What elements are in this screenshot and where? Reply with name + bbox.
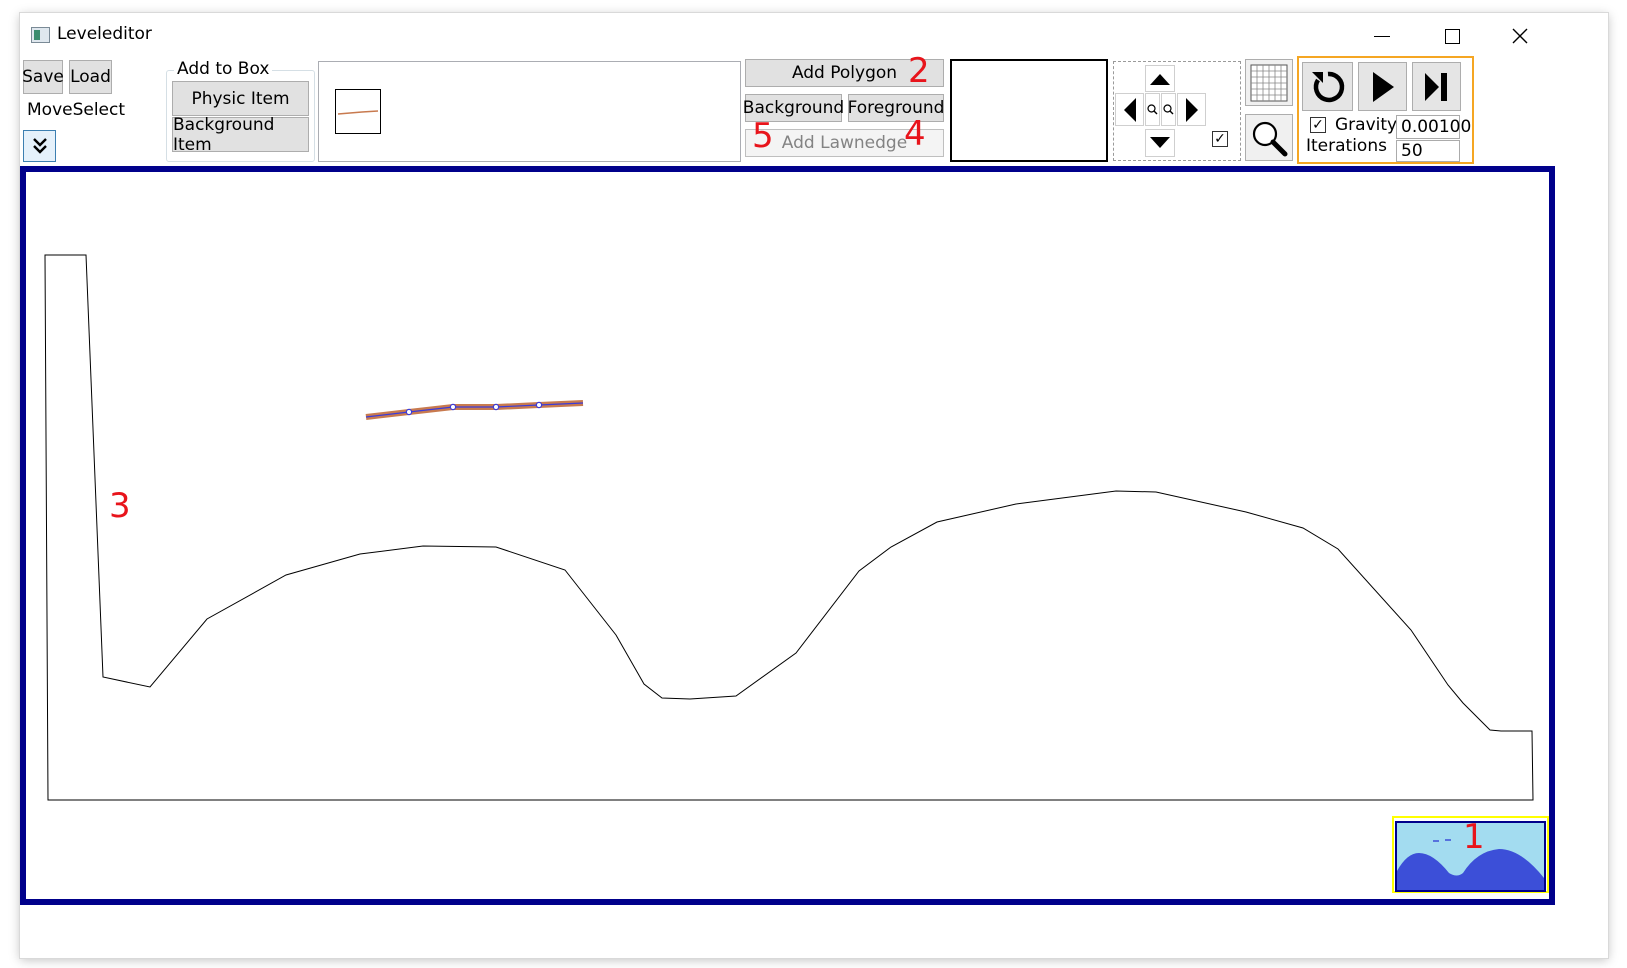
zoom-out-icon [1163,104,1174,115]
app-icon [31,27,50,43]
background-item-button[interactable]: Background Item [172,115,309,155]
level-geometry [44,254,1534,801]
lawnedge-thumbnail-icon [337,110,379,115]
annotation-5: 5 [752,116,774,156]
arrow-up-icon [1150,73,1170,85]
minimize-button[interactable] [1360,21,1404,51]
annotation-4: 4 [904,114,926,154]
arrow-down-icon [1150,137,1170,148]
zoom-out-button[interactable] [1161,93,1176,126]
close-icon [1512,28,1528,44]
save-button[interactable]: Save [22,60,64,94]
physic-item-button[interactable]: Physic Item [172,81,309,116]
foreground-button[interactable]: Foreground [848,94,944,122]
vertex-handle[interactable] [535,401,543,409]
item-thumbnail[interactable] [335,89,381,134]
annotation-2: 2 [908,51,930,91]
arrow-left-icon [1123,97,1136,122]
play-button[interactable] [1358,62,1407,111]
minimap[interactable]: 1 [1392,816,1549,893]
reset-icon [1311,71,1344,102]
maximize-button[interactable] [1430,21,1474,51]
level-canvas[interactable]: 3 1 [20,166,1555,905]
play-icon [1372,71,1394,102]
navigation-checkbox[interactable]: ✓ [1212,131,1228,147]
checkmark-icon: ✓ [1312,117,1324,133]
terrain-polygon[interactable] [44,254,1534,801]
annotation-1: 1 [1463,817,1485,857]
vertex-handle[interactable] [405,408,413,416]
mode-label: MoveSelect [27,100,126,120]
preview-box [950,59,1108,162]
gravity-input[interactable]: 0.00100 [1396,115,1471,139]
pan-right-button[interactable] [1177,93,1206,126]
pan-down-button[interactable] [1145,129,1175,157]
gravity-checkbox[interactable]: ✓ [1310,117,1326,133]
vertex-handle[interactable] [449,403,457,411]
gravity-label: Gravity [1335,115,1398,135]
step-button[interactable] [1412,62,1461,111]
annotation-3: 3 [109,486,131,526]
iterations-label: Iterations [1306,136,1387,156]
arrow-right-icon [1185,97,1198,122]
grid-icon [1250,64,1288,101]
reset-button[interactable] [1302,62,1353,111]
pan-up-button[interactable] [1145,65,1175,92]
mode-dropdown-button[interactable] [23,130,56,162]
window-title: Leveleditor [57,24,152,44]
grid-toggle-button[interactable] [1245,59,1293,106]
iterations-input[interactable]: 50 [1396,140,1460,162]
leveleditor-window: Leveleditor Save Load MoveSelect Add to … [20,13,1608,958]
zoom-in-icon [1147,104,1158,115]
checkmark-icon: ✓ [1214,131,1226,147]
search-button[interactable] [1245,114,1293,161]
load-button[interactable]: Load [69,60,112,94]
pan-left-button[interactable] [1115,93,1144,126]
vertex-handle[interactable] [492,403,500,411]
lawnedge-item[interactable] [365,400,584,420]
double-chevron-down-icon [32,138,47,154]
add-to-box-legend: Add to Box [174,59,273,79]
zoom-in-button[interactable] [1145,93,1160,126]
search-icon [1252,121,1288,156]
close-button[interactable] [1498,21,1542,51]
item-list-box[interactable] [318,61,741,162]
step-forward-icon [1424,72,1447,101]
